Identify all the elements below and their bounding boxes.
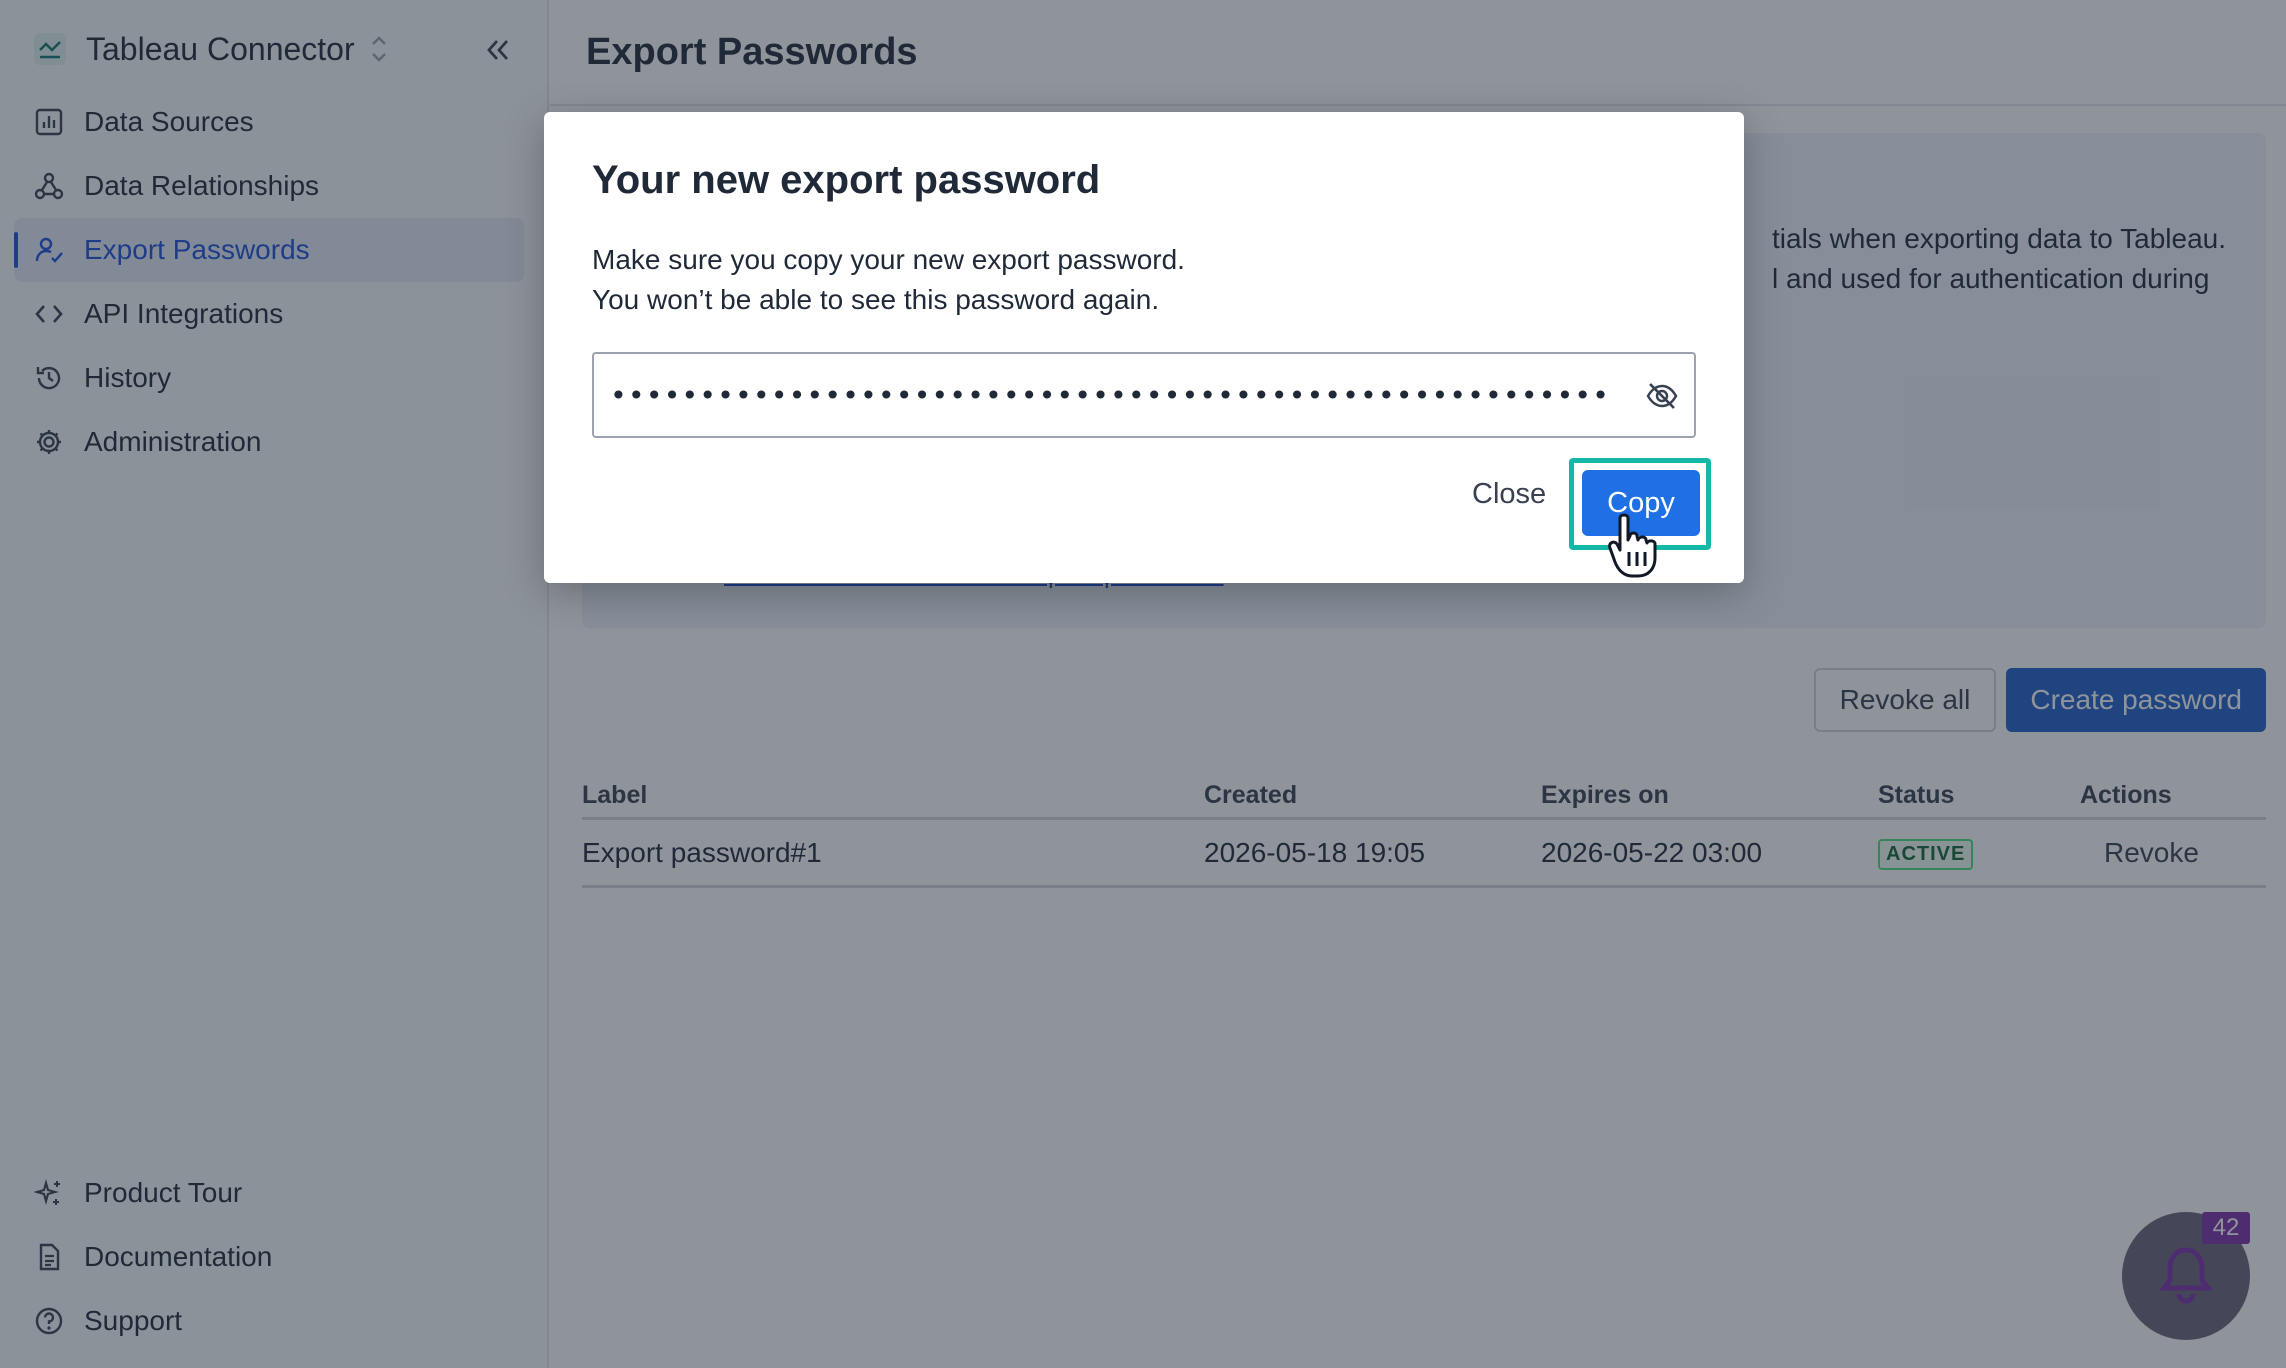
- dialog-title: Your new export password: [592, 158, 1101, 202]
- dialog-description-line-2: You won’t be able to see this password a…: [592, 284, 1160, 315]
- new-password-dialog: Your new export password Make sure you c…: [544, 112, 1744, 583]
- hand-cursor-icon: [1606, 512, 1664, 580]
- eye-off-icon[interactable]: [1642, 376, 1682, 416]
- dialog-description: Make sure you copy your new export passw…: [592, 240, 1185, 320]
- dialog-description-line-1: Make sure you copy your new export passw…: [592, 244, 1185, 275]
- password-field[interactable]: ••••••••••••••••••••••••••••••••••••••••…: [592, 352, 1696, 438]
- close-button[interactable]: Close: [1472, 478, 1546, 511]
- password-value: ••••••••••••••••••••••••••••••••••••••••…: [610, 378, 1610, 412]
